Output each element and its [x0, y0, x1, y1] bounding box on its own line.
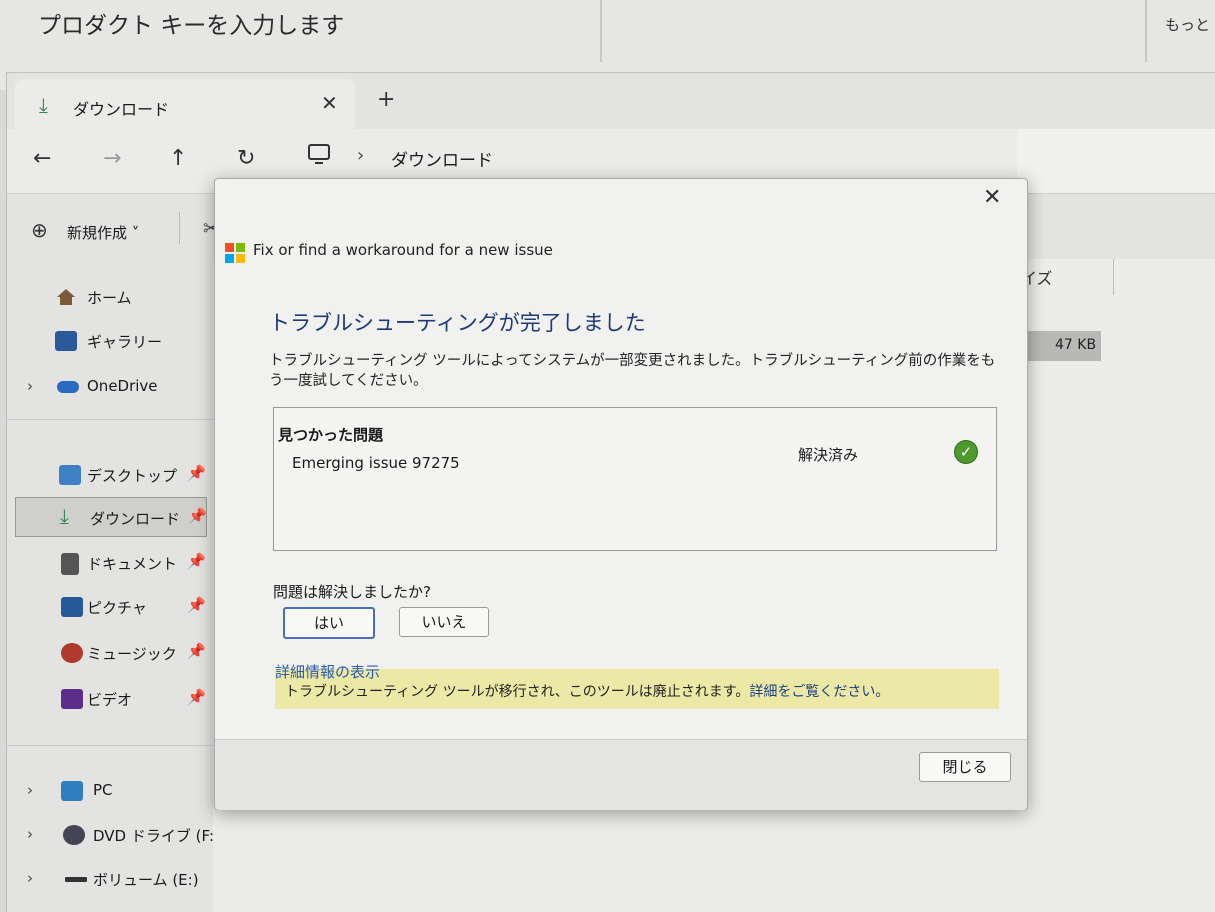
- new-button[interactable]: 新規作成 ˅: [67, 222, 139, 243]
- file-size: 47 KB: [1055, 337, 1097, 353]
- refresh-icon[interactable]: ↻: [237, 146, 255, 171]
- sidebar-item-label: ボリューム (E:): [93, 871, 199, 889]
- sidebar-item-documents[interactable]: ドキュメント 📌: [7, 543, 213, 583]
- notice-text-wrapper: トラブルシューティング ツールが移行され、このツールは廃止されます。詳細をご覧く…: [285, 681, 889, 701]
- sidebar-item-label: OneDrive: [87, 377, 158, 395]
- up-arrow-icon[interactable]: ↑: [169, 146, 187, 171]
- tab-downloads[interactable]: ⤓ ダウンロード ✕: [15, 79, 355, 129]
- divider: [7, 419, 213, 420]
- onedrive-icon: [57, 381, 79, 393]
- divider: [1145, 0, 1147, 62]
- sidebar-item-videos[interactable]: ビデオ 📌: [7, 679, 213, 719]
- no-button[interactable]: いいえ: [399, 607, 489, 637]
- sidebar-item-label: PC: [93, 781, 113, 799]
- sidebar-item-label: DVD ドライブ (F:): [93, 827, 220, 845]
- pin-icon[interactable]: 📌: [188, 507, 207, 525]
- document-icon: [61, 553, 79, 575]
- forward-arrow-icon[interactable]: →: [103, 146, 121, 171]
- background-more-text: もっと: [1165, 16, 1211, 34]
- notice-text: トラブルシューティング ツールが移行され、このツールは廃止されます。: [285, 684, 750, 700]
- resolved-question: 問題は解決しましたか?: [273, 583, 431, 601]
- download-icon: ⤓: [39, 93, 48, 117]
- sidebar-item-desktop[interactable]: デスクトップ 📌: [7, 455, 213, 495]
- search-box[interactable]: [1017, 129, 1215, 193]
- picture-icon: [61, 597, 83, 617]
- pin-icon[interactable]: 📌: [187, 464, 206, 482]
- pc-icon: [61, 781, 83, 801]
- sidebar-item-gallery[interactable]: ギャラリー: [7, 321, 213, 361]
- sidebar-item-pictures[interactable]: ピクチャ 📌: [7, 587, 213, 627]
- home-icon: [55, 287, 77, 307]
- learn-more-link[interactable]: 詳細をご覧ください。: [749, 684, 889, 700]
- sidebar-item-label: ギャラリー: [87, 333, 163, 351]
- dvd-drive-icon: [63, 825, 85, 845]
- chevron-right-icon[interactable]: ›: [27, 781, 33, 799]
- volume-icon: [65, 877, 87, 882]
- dialog-description: トラブルシューティング ツールによってシステムが一部変更されました。トラブルシュ…: [269, 353, 996, 389]
- chevron-right-icon[interactable]: ›: [27, 869, 33, 887]
- monitor-icon[interactable]: [307, 143, 331, 171]
- divider: [7, 745, 213, 746]
- sidebar-item-home[interactable]: ホーム: [7, 277, 213, 317]
- sidebar-item-pc[interactable]: › PC: [7, 771, 213, 811]
- issue-name: Emerging issue 97275: [292, 454, 460, 472]
- close-tab-icon[interactable]: ✕: [321, 91, 338, 115]
- microsoft-logo-icon: [225, 243, 245, 263]
- view-details-link[interactable]: 詳細情報の表示: [275, 661, 380, 682]
- sidebar-item-label: ピクチャ: [87, 599, 147, 617]
- new-tab-button[interactable]: +: [377, 87, 395, 112]
- video-icon: [61, 689, 83, 709]
- gallery-icon: [55, 331, 77, 351]
- breadcrumb-downloads[interactable]: ダウンロード: [391, 146, 493, 171]
- sidebar-item-volume[interactable]: › ボリューム (E:): [7, 859, 213, 899]
- sidebar-item-label: ホーム: [87, 289, 132, 307]
- issues-found-panel: 見つかった問題 Emerging issue 97275 解決済み ✓: [273, 407, 997, 551]
- sidebar-item-label: ダウンロード: [90, 510, 181, 528]
- divider: [600, 0, 602, 62]
- issue-status: 解決済み: [798, 446, 859, 464]
- music-icon: [61, 643, 83, 663]
- dialog-app-title: Fix or find a workaround for a new issue: [253, 241, 553, 259]
- check-icon: ✓: [954, 440, 978, 464]
- close-icon[interactable]: ✕: [983, 185, 1001, 210]
- chevron-right-icon[interactable]: ›: [357, 145, 364, 166]
- back-arrow-icon[interactable]: ←: [33, 146, 51, 171]
- plus-circle-icon: ⊕: [31, 218, 48, 242]
- sidebar-item-label: ミュージック: [87, 645, 177, 663]
- pin-icon[interactable]: 📌: [187, 596, 206, 614]
- chevron-right-icon[interactable]: ›: [27, 825, 33, 843]
- yes-button[interactable]: はい: [283, 607, 375, 639]
- sidebar: ホーム ギャラリー › OneDrive デスクトップ 📌 ⤓ ダウンロード 📌…: [7, 259, 220, 912]
- sidebar-item-label: ドキュメント: [87, 555, 178, 573]
- divider: [179, 212, 180, 244]
- dialog-heading: トラブルシューティングが完了しました: [269, 311, 646, 335]
- close-button[interactable]: 閉じる: [919, 752, 1011, 782]
- pin-icon[interactable]: 📌: [187, 688, 206, 706]
- pin-icon[interactable]: 📌: [187, 552, 206, 570]
- sidebar-item-label: デスクトップ: [87, 467, 178, 485]
- pin-icon[interactable]: 📌: [187, 642, 206, 660]
- sidebar-item-label: ビデオ: [87, 691, 133, 709]
- sidebar-item-onedrive[interactable]: › OneDrive: [7, 367, 213, 407]
- download-icon: ⤓: [60, 504, 69, 528]
- issues-header: 見つかった問題: [278, 426, 384, 444]
- sidebar-item-dvd-drive[interactable]: › DVD ドライブ (F:): [7, 815, 220, 855]
- sidebar-item-music[interactable]: ミュージック 📌: [7, 633, 213, 673]
- background-page-title: プロダクト キーを入力します: [38, 13, 345, 39]
- sidebar-item-downloads[interactable]: ⤓ ダウンロード 📌: [15, 497, 207, 537]
- desktop-icon: [59, 465, 81, 485]
- deprecation-notice: トラブルシューティング ツールが移行され、このツールは廃止されます。詳細をご覧く…: [275, 669, 999, 709]
- chevron-right-icon[interactable]: ›: [27, 377, 33, 395]
- tab-label: ダウンロード: [73, 100, 170, 119]
- troubleshooter-dialog: ✕ Fix or find a workaround for a new iss…: [214, 178, 1028, 810]
- dialog-footer: 閉じる: [215, 739, 1027, 810]
